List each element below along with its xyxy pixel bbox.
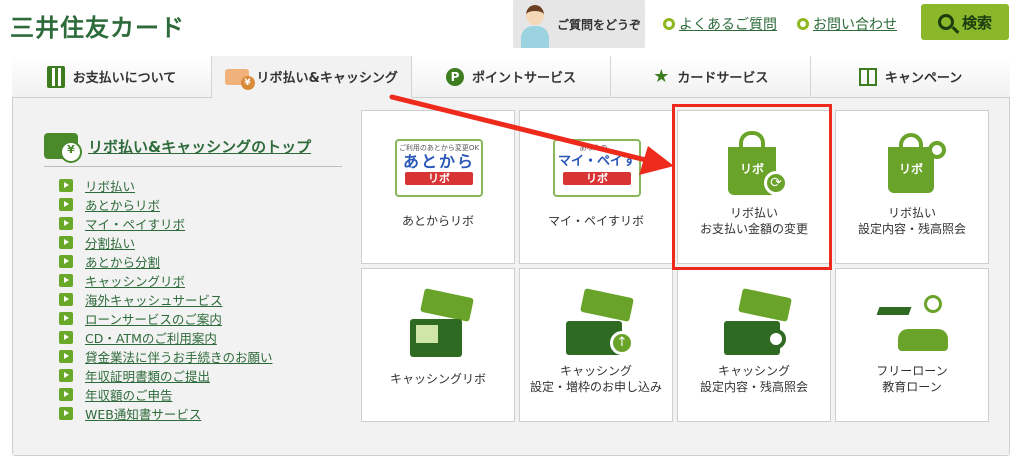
annotation-arrow (389, 94, 674, 175)
